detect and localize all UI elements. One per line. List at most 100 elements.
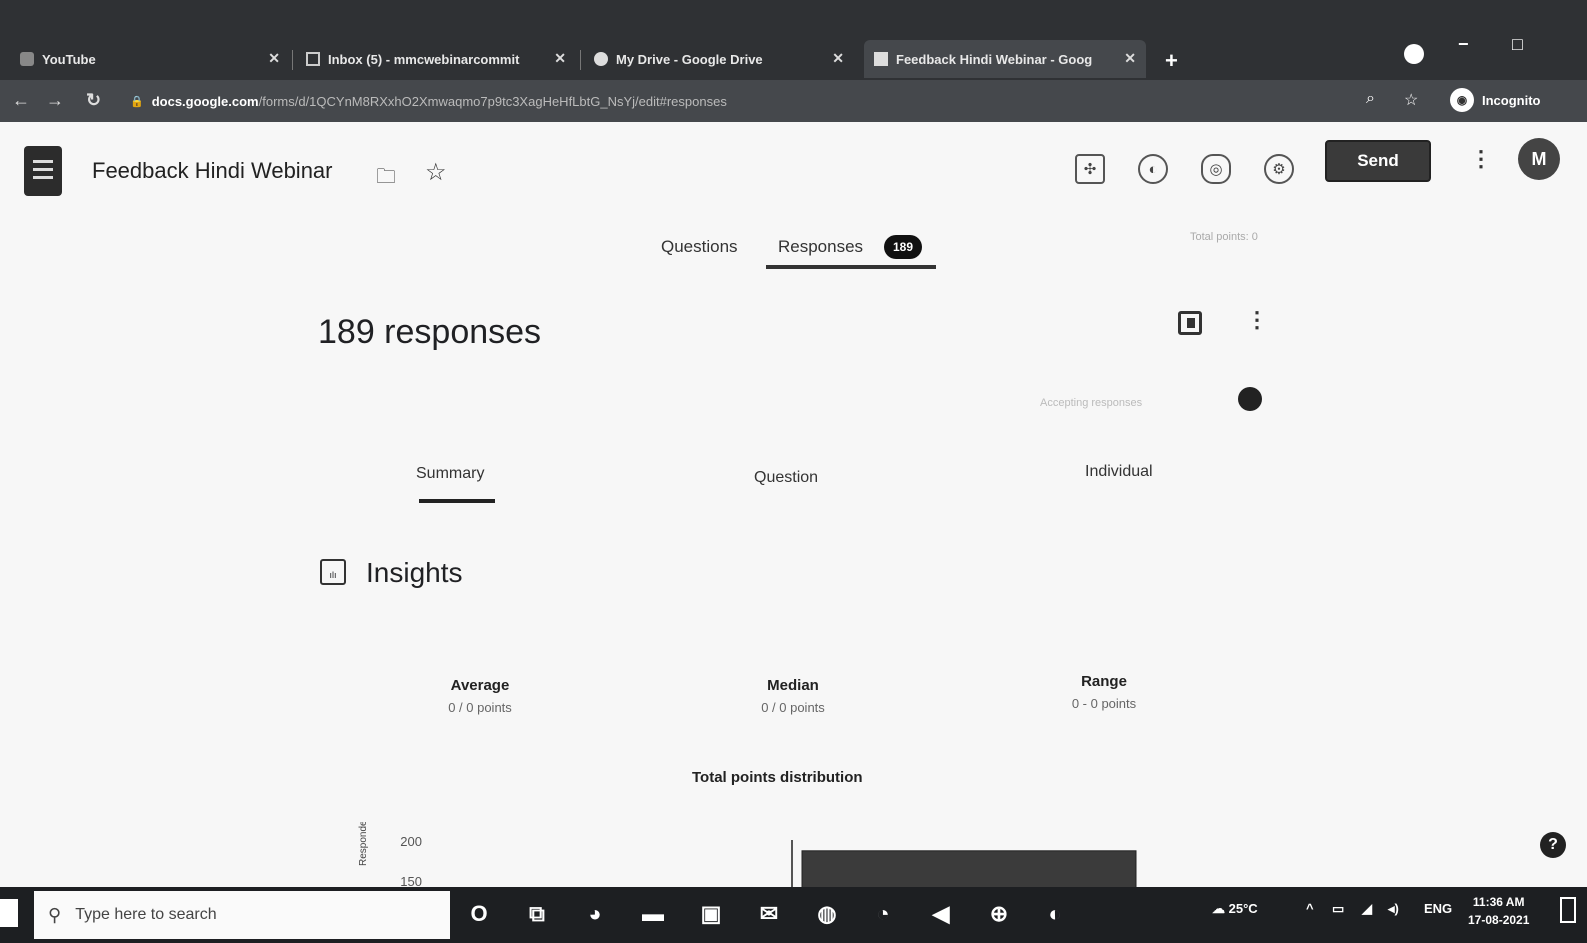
maximize-icon[interactable]: □ — [1512, 34, 1523, 55]
browser-tab-forms[interactable]: Feedback Hindi Webinar - Goog ✕ — [864, 40, 1146, 78]
back-icon[interactable]: ← — [12, 90, 30, 111]
forms-logo-icon[interactable] — [24, 146, 62, 196]
browser-tab-drive[interactable]: My Drive - Google Drive ✕ — [584, 40, 854, 78]
tray-chevron-icon[interactable]: ^ — [1306, 901, 1314, 916]
tab-responses[interactable]: Responses — [778, 237, 863, 257]
summary-active-indicator — [419, 499, 495, 503]
forms-header: Feedback Hindi Webinar 🗀 ☆ ✣ ◐ ◎ ⚙ Send … — [0, 122, 1587, 217]
close-tab-icon[interactable]: ✕ — [1124, 50, 1136, 67]
bookmark-star-icon[interactable]: ☆ — [1404, 90, 1418, 110]
browser-tab-youtube[interactable]: YouTube ✕ — [10, 40, 290, 78]
responses-more-icon[interactable]: ⋮ — [1246, 307, 1268, 333]
tab-title: Feedback Hindi Webinar - Goog — [896, 51, 1093, 67]
network-icon[interactable]: ◢ — [1362, 901, 1372, 917]
mail-icon[interactable]: ✉ — [754, 899, 784, 929]
browser-tab-inbox[interactable]: Inbox (5) - mmcwebinarcommit ✕ — [296, 40, 576, 78]
tab-title: YouTube — [42, 51, 96, 67]
weather-temp: 25°C — [1228, 901, 1258, 916]
chart-ytick: 200 — [400, 834, 422, 849]
new-tab-button[interactable]: + — [1165, 48, 1178, 74]
tab-title: My Drive - Google Drive — [616, 51, 763, 67]
tab-title: Inbox (5) - mmcwebinarcommit — [328, 51, 520, 67]
folder-icon[interactable]: 🗀 — [376, 162, 396, 196]
subtab-summary[interactable]: Summary — [416, 465, 484, 483]
help-icon[interactable]: ? — [1540, 832, 1566, 858]
star-icon[interactable]: ☆ — [425, 158, 447, 187]
stat-value: 0 - 0 points — [1071, 696, 1137, 711]
preview-eye-icon[interactable]: ◎ — [1201, 154, 1231, 184]
taskbar-search-input[interactable]: ⚲ Type here to search — [34, 891, 450, 939]
teams-icon[interactable]: ◀ — [926, 899, 956, 929]
zoom-icon[interactable]: ⌕ — [1366, 90, 1375, 108]
gmail-icon — [306, 52, 320, 66]
response-count: 189 responses — [318, 313, 542, 351]
stat-average: Average 0 / 0 points — [390, 677, 570, 715]
edge-icon[interactable]: ◕ — [580, 899, 610, 929]
search-placeholder: Type here to search — [75, 906, 217, 923]
form-tabs: Questions Responses 189 Total points: 0 — [0, 217, 1587, 277]
notifications-icon[interactable] — [1560, 897, 1576, 923]
stat-label: Average — [450, 677, 510, 694]
url-host: docs.google.com — [151, 93, 259, 109]
url-path: /forms/d/1QCYnM8RXxhO2Xmwaqmo7p9tc3XagHe… — [258, 93, 727, 109]
weather-widget[interactable]: ☁ 25°C — [1212, 901, 1258, 917]
form-title[interactable]: Feedback Hindi Webinar — [92, 158, 333, 184]
close-tab-icon[interactable]: ✕ — [554, 50, 566, 67]
stat-median: Median 0 / 0 points — [703, 677, 883, 715]
stat-value: 0 / 0 points — [761, 700, 825, 715]
clock[interactable]: 11:36 AM 17-08-2021 — [1468, 893, 1529, 929]
reload-icon[interactable]: ↻ — [86, 90, 101, 111]
store-icon[interactable]: ▣ — [696, 899, 726, 929]
avatar[interactable]: M — [1518, 138, 1560, 180]
browser-tab-bar: YouTube ✕ Inbox (5) - mmcwebinarcommit ✕… — [0, 0, 1587, 80]
sheets-link-icon[interactable] — [1178, 311, 1202, 335]
task-view-icon[interactable]: ⧉ — [522, 899, 552, 929]
incognito-indicator[interactable]: ◉ Incognito — [1450, 88, 1541, 112]
stat-label: Median — [767, 677, 819, 694]
incognito-icon: ◉ — [1450, 88, 1474, 112]
tab-separator — [580, 50, 581, 70]
close-tab-icon[interactable]: ✕ — [832, 50, 844, 67]
language-indicator[interactable]: ENG — [1424, 901, 1452, 916]
clock-date: 17-08-2021 — [1468, 913, 1530, 927]
forms-icon — [874, 52, 888, 66]
chrome-incognito-icon[interactable]: ◐ — [1040, 899, 1070, 929]
close-tab-icon[interactable]: ✕ — [268, 50, 280, 67]
battery-icon[interactable]: ▭ — [1332, 901, 1344, 917]
responses-count-badge: 189 — [884, 235, 922, 259]
addon-puzzle-icon[interactable]: ✣ — [1075, 154, 1105, 184]
subtab-question[interactable]: Question — [754, 469, 818, 487]
stat-label: Range — [1081, 673, 1127, 690]
profile-menu-icon[interactable] — [1404, 44, 1424, 64]
search-icon: ⚲ — [48, 904, 62, 925]
cortana-icon[interactable]: O — [464, 899, 494, 929]
stat-value: 0 / 0 points — [448, 700, 512, 715]
responses-card: 189 responses ⋮ Accepting responses Summ… — [0, 277, 1587, 892]
stat-range: Range 0 - 0 points — [1014, 673, 1194, 711]
insights-chart-icon: ılı — [320, 559, 346, 585]
accepting-responses-toggle[interactable] — [1238, 387, 1262, 411]
start-button[interactable] — [0, 899, 18, 927]
chrome-icon[interactable]: ◍ — [812, 899, 842, 929]
distribution-chart-title: Total points distribution — [692, 769, 863, 786]
app-icon[interactable]: ⊕ — [984, 899, 1014, 929]
tab-questions[interactable]: Questions — [661, 237, 738, 257]
firefox-icon[interactable]: ◔ — [868, 899, 898, 929]
address-bar[interactable]: 🔒 docs.google.com /forms/d/1QCYnM8RXxhO2… — [130, 88, 1350, 114]
chart-ylabel: Respondents — [358, 822, 369, 866]
windows-taskbar: ⚲ Type here to search O ⧉ ◕ ▬ ▣ ✉ ◍ ◔ ◀ … — [0, 887, 1587, 943]
subtab-individual[interactable]: Individual — [1085, 463, 1153, 481]
clock-time: 11:36 AM — [1472, 895, 1525, 909]
insights-title: Insights — [366, 557, 463, 588]
file-explorer-icon[interactable]: ▬ — [638, 899, 668, 929]
youtube-icon — [20, 52, 34, 66]
more-options-icon[interactable]: ⋮ — [1470, 146, 1492, 172]
cloud-icon: ☁ — [1212, 901, 1225, 916]
minimize-icon[interactable]: − — [1458, 34, 1469, 55]
forward-icon[interactable]: → — [46, 90, 64, 111]
chart-bar — [801, 850, 1137, 892]
palette-icon[interactable]: ◐ — [1138, 154, 1168, 184]
volume-icon[interactable]: ◂) — [1388, 901, 1399, 917]
settings-gear-icon[interactable]: ⚙ — [1264, 154, 1294, 184]
send-button[interactable]: Send — [1325, 140, 1431, 182]
